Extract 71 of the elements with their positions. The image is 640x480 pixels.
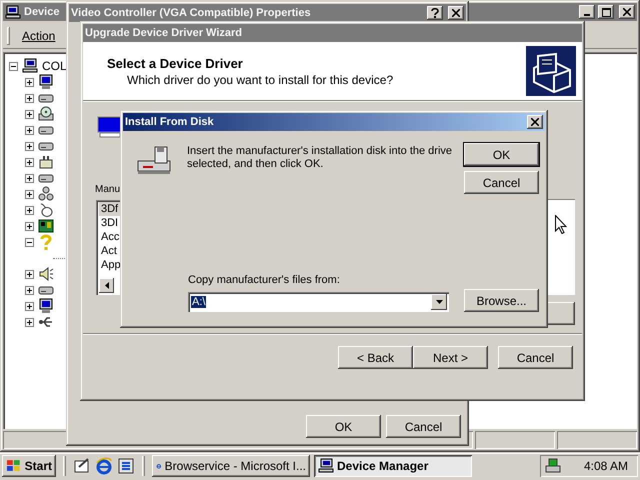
back-button[interactable]: < Back	[338, 346, 413, 369]
window-title: Video Controller (VGA Compatible) Properties	[71, 7, 311, 19]
computer-icon	[318, 458, 334, 474]
port-icon[interactable]	[38, 154, 54, 170]
cancel-button[interactable]: Cancel	[498, 346, 573, 369]
dialog-title: Install From Disk	[125, 116, 214, 128]
hardware-box-icon	[526, 46, 576, 96]
monitor-icon	[97, 116, 123, 138]
disk-drive-icon	[137, 145, 171, 175]
expander[interactable]	[25, 78, 34, 86]
expander[interactable]	[25, 174, 34, 182]
network-icon[interactable]	[38, 186, 54, 202]
have-disk-button[interactable]	[545, 302, 575, 325]
windows-logo-icon	[6, 459, 22, 473]
expander[interactable]	[25, 302, 34, 310]
network-tray-icon[interactable]	[544, 458, 562, 474]
channels-icon[interactable]	[117, 457, 135, 475]
expander[interactable]	[25, 158, 34, 166]
computer-icon	[5, 5, 21, 19]
wizard-subheading: Which driver do you want to install for this device?	[126, 72, 394, 86]
expander[interactable]	[25, 126, 34, 134]
window-title: Device	[24, 6, 60, 18]
cancel-button[interactable]: Cancel	[464, 171, 540, 194]
expander[interactable]	[25, 238, 34, 246]
expander[interactable]	[25, 222, 34, 230]
monitor-icon[interactable]	[38, 298, 54, 314]
close-icon	[452, 9, 460, 17]
dropdown-button[interactable]	[431, 294, 447, 310]
caret-icon	[436, 300, 442, 304]
expander[interactable]	[9, 62, 18, 70]
ok-button[interactable]: OK	[464, 143, 540, 166]
question-mark-icon	[431, 8, 439, 18]
mouse-pointer-icon	[555, 215, 567, 234]
expander[interactable]	[25, 94, 34, 102]
close-button[interactable]	[527, 115, 543, 129]
expander[interactable]	[25, 142, 34, 150]
taskbar-button[interactable]: Device Manager	[314, 455, 472, 477]
maximize-icon	[602, 8, 610, 16]
expander[interactable]	[25, 286, 34, 294]
list-label: Manu	[95, 184, 120, 195]
browser-icon[interactable]	[95, 457, 113, 475]
desktop-icon[interactable]	[73, 457, 91, 475]
expander[interactable]	[25, 206, 34, 214]
circuit-board-icon[interactable]	[38, 218, 54, 234]
browse-button[interactable]: Browse...	[464, 289, 540, 312]
tree-item[interactable]: COL	[42, 59, 67, 73]
monitor-icon[interactable]	[38, 74, 54, 90]
next-button[interactable]: Next >	[413, 346, 488, 369]
expander[interactable]	[25, 110, 34, 118]
start-button[interactable]: Start	[2, 455, 56, 477]
scroll-left-button[interactable]	[99, 278, 114, 293]
cd-drive-icon[interactable]	[38, 106, 54, 122]
menu-item[interactable]: Action	[16, 27, 62, 45]
wizard-heading: Select a Device Driver	[107, 56, 244, 70]
window-title: Upgrade Device Driver Wizard	[85, 27, 242, 39]
dialog-button[interactable]: Cancel	[386, 415, 461, 438]
left-arrow-icon	[104, 282, 108, 289]
path-combo-box[interactable]: A:\	[188, 292, 449, 312]
instruction-text: Insert the manufacturer's installation disk into the drive selected, and then click OK.	[187, 145, 452, 172]
computer-icon	[22, 58, 38, 74]
mouse-icon[interactable]	[38, 202, 54, 218]
close-icon	[531, 118, 539, 126]
close-icon	[623, 8, 631, 16]
clock: 4:08 AM	[584, 459, 628, 473]
field-label: Copy manufacturer's files from:	[188, 274, 341, 286]
expander[interactable]	[25, 270, 34, 278]
speaker-icon[interactable]	[38, 266, 54, 282]
expander[interactable]	[25, 190, 34, 198]
taskbar-button[interactable]: Browservice - Microsoft I...	[152, 455, 310, 477]
expander[interactable]	[25, 318, 34, 326]
dialog-button[interactable]: OK	[306, 415, 381, 438]
